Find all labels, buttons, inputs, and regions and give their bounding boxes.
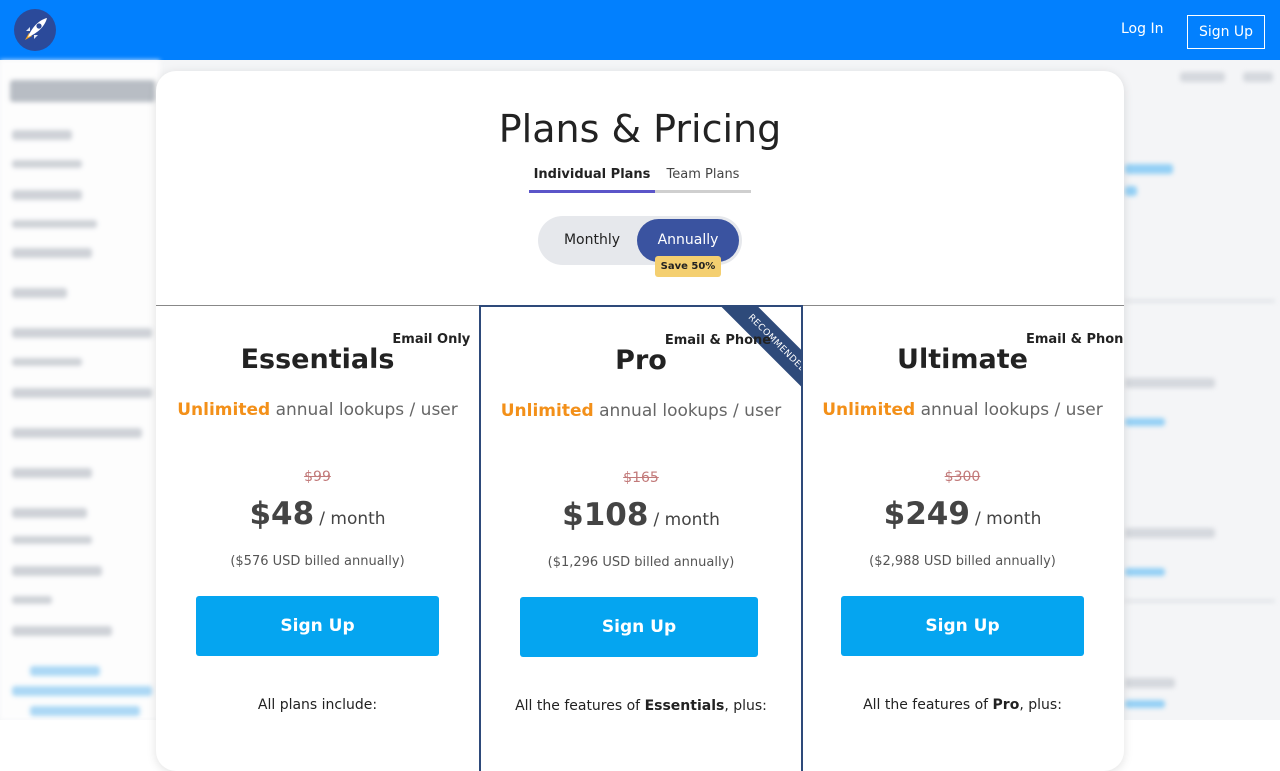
includes-text: All plans include: (257, 697, 378, 713)
price: $48 / month (249, 496, 386, 532)
old-price: $165 (623, 470, 659, 486)
plan-card-ultimate: Ultimate Email & Phone Unlimited annual l… (801, 306, 1124, 771)
pricing-modal: Plans & Pricing Individual Plans Team Pl… (156, 71, 1124, 771)
top-navbar: Log In Sign Up (0, 0, 1280, 60)
includes-text: All the features of Essentials, plus: (515, 698, 767, 714)
plan-tabs: Individual Plans Team Plans (529, 165, 751, 193)
billed-annually-text: ($2,988 USD billed annually) (869, 554, 1056, 569)
price: $249 / month (883, 496, 1042, 532)
plan-name: Pro Email & Phone (615, 333, 772, 376)
price: $108 / month (562, 497, 720, 533)
billed-annually-text: ($576 USD billed annually) (230, 554, 405, 569)
lookups-text: Unlimited annual lookups / user (177, 400, 458, 420)
old-price: $300 (944, 469, 981, 485)
tab-team-plans[interactable]: Team Plans (655, 165, 751, 193)
plan-name: Ultimate Email & Phone (897, 332, 1124, 375)
login-link[interactable]: Log In (1121, 21, 1163, 37)
plan-card-pro: RECOMMENDED Pro Email & Phone Unlimited a… (479, 305, 803, 771)
plan-tag: Email & Phone (664, 333, 772, 348)
background-main (1125, 60, 1280, 720)
plan-tag: Email & Phone (1025, 332, 1124, 347)
billing-monthly-option[interactable]: Monthly (544, 219, 640, 262)
signup-button[interactable]: Sign Up (1187, 15, 1265, 49)
plan-name: Essentials Email Only (240, 332, 471, 375)
lookups-text: Unlimited annual lookups / user (500, 401, 782, 421)
billed-annually-text: ($1,296 USD billed annually) (547, 555, 735, 570)
includes-text: All the features of Pro, plus: (863, 697, 1062, 713)
background-sidebar (0, 60, 160, 720)
rocket-icon[interactable] (14, 9, 56, 51)
pro-signup-button[interactable]: Sign Up (520, 597, 758, 657)
plan-card-essentials: Essentials Email Only Unlimited annual lo… (156, 306, 479, 771)
lookups-text: Unlimited annual lookups / user (822, 400, 1103, 420)
ultimate-signup-button[interactable]: Sign Up (841, 596, 1084, 656)
tab-individual-plans[interactable]: Individual Plans (529, 165, 655, 193)
essentials-signup-button[interactable]: Sign Up (196, 596, 439, 656)
old-price: $99 (304, 469, 331, 485)
plan-tag: Email Only (392, 332, 471, 347)
save-badge: Save 50% (655, 256, 721, 277)
page-title: Plans & Pricing (498, 107, 782, 151)
